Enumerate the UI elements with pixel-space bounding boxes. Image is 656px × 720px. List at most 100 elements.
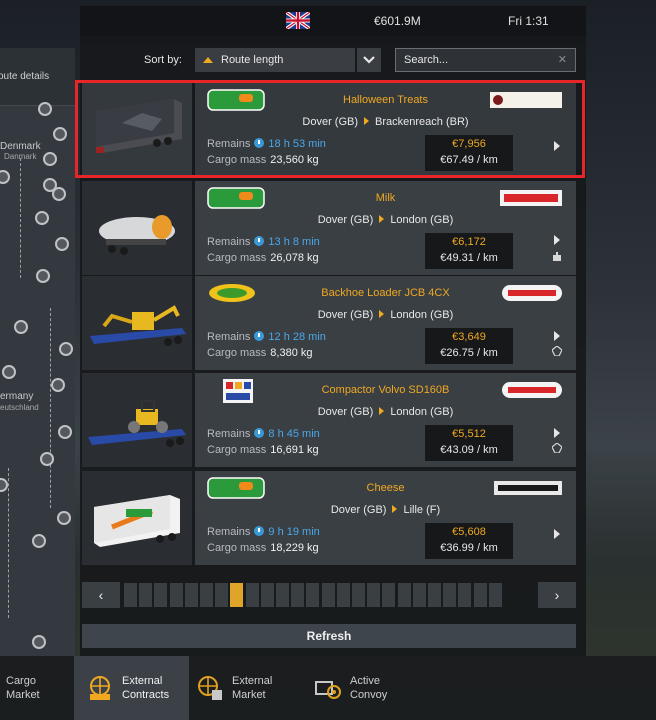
tab-active-convoy[interactable]: Active Convoy [314, 656, 424, 720]
map-city-dot[interactable] [55, 237, 69, 251]
page-indicator[interactable] [367, 583, 381, 607]
map-city-dot[interactable] [14, 320, 28, 334]
map-city-dot[interactable] [40, 452, 54, 466]
page-indicator[interactable] [200, 583, 213, 607]
sort-value: Route length [221, 54, 284, 66]
sort-dropdown-button[interactable] [357, 48, 381, 72]
job-info[interactable]: Cheese Dover (GB) Lille (F) Remains 9 h 19… [195, 471, 576, 565]
page-indicator[interactable] [428, 583, 441, 607]
convoy-icon [315, 681, 341, 699]
tab-label-line: External [122, 675, 163, 687]
next-page-button[interactable]: › [538, 582, 576, 608]
tab-cargo-market[interactable]: Cargo Market [6, 656, 72, 720]
route-arrow-icon [379, 215, 385, 223]
map-city-dot[interactable] [32, 635, 46, 649]
page-indicator[interactable] [352, 583, 365, 607]
map-city-dot[interactable] [59, 342, 73, 356]
remaining-time: Remains 8 h 45 min [207, 428, 320, 440]
page-indicator[interactable] [291, 583, 305, 607]
page-indicator[interactable] [473, 583, 487, 607]
mass-value: 16,691 kg [270, 444, 319, 456]
job-info[interactable]: Compactor Volvo SD160B Dover (GB) London … [195, 373, 576, 467]
job-info[interactable]: Milk Dover (GB) London (GB) Remains 13 h 8… [195, 181, 576, 275]
mass-label: Cargo mass [207, 154, 267, 166]
map-city-dot[interactable] [53, 127, 67, 141]
map-city-dot[interactable] [51, 378, 65, 392]
page-indicator[interactable] [245, 583, 259, 607]
remains-label: Remains [207, 331, 251, 343]
sort-by-label: Sort by: [144, 54, 182, 66]
page-indicator[interactable] [412, 583, 426, 607]
price-box: €7,956 €67.49 / km [425, 135, 513, 171]
job-row[interactable]: Compactor Volvo SD160B Dover (GB) London … [82, 373, 576, 467]
page-indicator[interactable] [488, 583, 502, 607]
clock-icon [254, 428, 265, 438]
page-indicator[interactable] [443, 583, 457, 607]
route-arrow-icon [379, 407, 385, 415]
price-per-km: €36.99 / km [440, 542, 498, 554]
chevron-right-icon[interactable] [554, 331, 560, 341]
mass-value: 26,078 kg [270, 252, 319, 264]
job-info[interactable]: Halloween Treats Dover (GB) Brackenreach … [195, 83, 576, 177]
map-sublabel-germany: eutschland [0, 403, 39, 412]
previous-page-button[interactable]: ‹ [82, 582, 120, 608]
refresh-button[interactable]: Refresh [82, 624, 576, 648]
route-map[interactable]: oute details Denmark Danmark ermany euts… [0, 48, 75, 656]
page-indicator[interactable] [397, 583, 411, 607]
map-city-dot[interactable] [38, 102, 52, 116]
remaining-time: Remains 13 h 8 min [207, 236, 320, 248]
route: Dover (GB) London (GB) [195, 309, 576, 321]
page-indicator[interactable] [215, 583, 229, 607]
map-city-dot[interactable] [32, 534, 46, 548]
chevron-right-icon[interactable] [554, 428, 560, 438]
job-price: €5,512 [452, 428, 486, 440]
chevron-right-icon[interactable] [554, 529, 560, 539]
tab-label-line: Market [232, 689, 266, 701]
chevron-right-icon[interactable] [554, 235, 560, 245]
map-city-dot[interactable] [35, 211, 49, 225]
page-indicator[interactable] [336, 583, 350, 607]
job-row[interactable]: Halloween Treats Dover (GB) Brackenreach … [82, 83, 576, 177]
job-row[interactable]: Backhoe Loader JCB 4CX Dover (GB) London … [82, 276, 576, 370]
search-input[interactable]: Search... ✕ [395, 48, 576, 72]
page-indicator[interactable] [382, 583, 396, 607]
heavy-cargo-icon [552, 443, 562, 453]
price-per-km: €67.49 / km [440, 154, 498, 166]
page-indicator[interactable] [139, 583, 153, 607]
route-details-label: oute details [0, 71, 50, 82]
map-city-dot[interactable] [0, 478, 8, 492]
cargo-name: Halloween Treats [343, 94, 428, 106]
tab-external-contracts[interactable]: External Contracts [74, 656, 189, 720]
cargo-mass: Cargo mass 18,229 kg [207, 542, 319, 554]
map-city-dot[interactable] [57, 511, 71, 525]
job-row[interactable]: Milk Dover (GB) London (GB) Remains 13 h 8… [82, 181, 576, 275]
remains-label: Remains [207, 138, 251, 150]
page-indicator[interactable] [276, 583, 289, 607]
tab-external-market[interactable]: External Market [196, 656, 306, 720]
job-row[interactable]: Cheese Dover (GB) Lille (F) Remains 9 h 19… [82, 471, 576, 565]
page-indicator-current[interactable] [230, 583, 244, 607]
page-indicator[interactable] [169, 583, 183, 607]
job-price: €7,956 [452, 138, 486, 150]
map-city-dot[interactable] [0, 170, 10, 184]
page-indicator[interactable] [124, 583, 137, 607]
page-indicator[interactable] [154, 583, 168, 607]
tab-label: External Market [232, 674, 272, 702]
page-indicator[interactable] [184, 583, 198, 607]
page-indicator[interactable] [458, 583, 472, 607]
page-indicator[interactable] [260, 583, 274, 607]
clear-search-icon[interactable]: ✕ [558, 53, 567, 66]
sort-select[interactable]: Route length [195, 48, 355, 72]
clock-icon [254, 236, 265, 246]
map-city-dot[interactable] [43, 152, 57, 166]
page-indicator[interactable] [321, 583, 335, 607]
map-city-dot[interactable] [52, 187, 66, 201]
route-origin: Dover (GB) [302, 116, 359, 128]
job-info[interactable]: Backhoe Loader JCB 4CX Dover (GB) London … [195, 276, 576, 370]
chevron-right-icon[interactable] [554, 141, 560, 151]
map-city-dot[interactable] [58, 425, 72, 439]
map-city-dot[interactable] [2, 365, 16, 379]
mass-value: 18,229 kg [270, 542, 319, 554]
page-indicator[interactable] [306, 583, 320, 607]
map-city-dot[interactable] [36, 269, 50, 283]
